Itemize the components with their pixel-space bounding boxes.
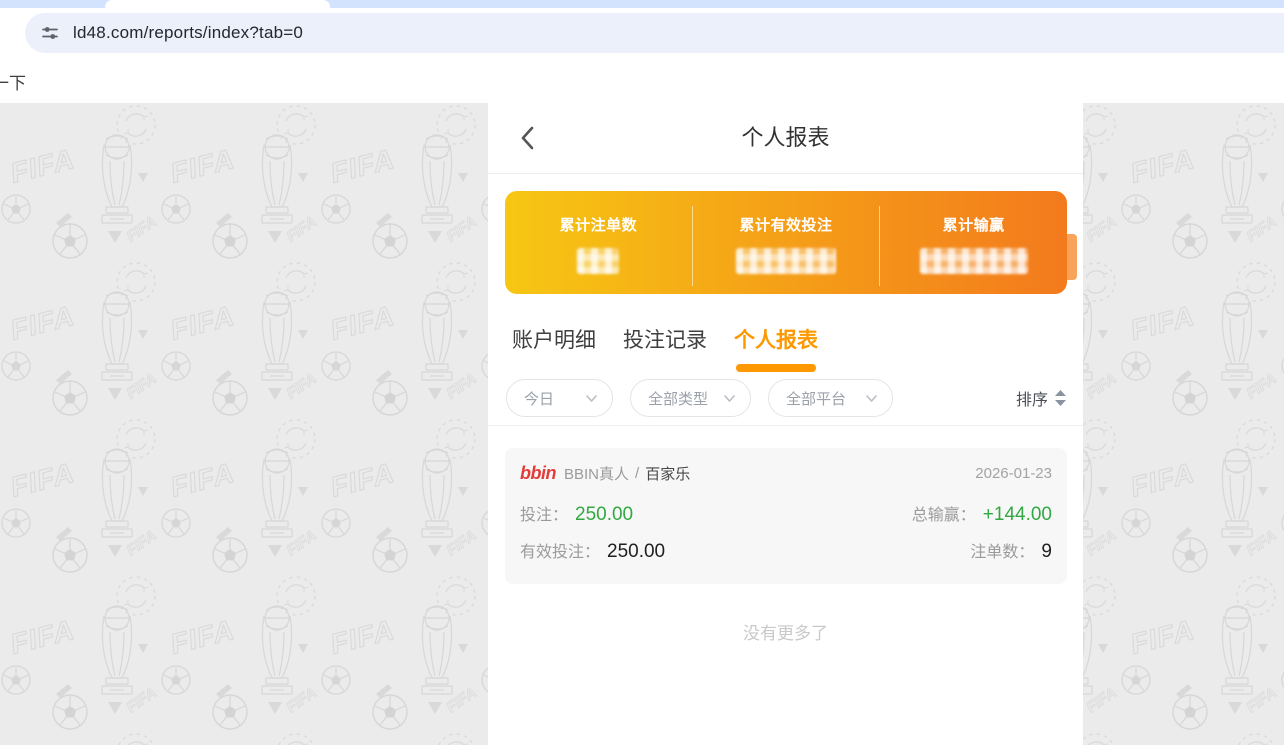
sort-label: 排序	[1016, 386, 1048, 410]
stat-label: 累计有效投注	[740, 214, 833, 235]
record-game: BBIN真人	[564, 463, 629, 484]
address-bar[interactable]: ld48.com/reports/index?tab=0	[25, 13, 1284, 53]
url-text[interactable]: ld48.com/reports/index?tab=0	[73, 23, 303, 43]
stat-label: 累计注单数	[560, 214, 638, 235]
report-tabs: 账户明细 投注记录 个人报表	[488, 294, 1083, 370]
record-date: 2026-01-23	[975, 465, 1052, 482]
back-chevron-icon	[520, 126, 534, 150]
report-panel: 个人报表 累计注单数 累计有效投注 累计输赢	[488, 103, 1083, 745]
tab-label: 个人报表	[734, 329, 818, 352]
tab-account-detail[interactable]: 账户明细	[512, 324, 596, 370]
stat-label: 累计输赢	[943, 214, 1005, 235]
stats-carousel: 累计注单数 累计有效投注 累计输赢	[505, 191, 1067, 294]
record-category: 百家乐	[645, 463, 690, 484]
stat-total-winloss: 累计输赢	[880, 191, 1067, 294]
redacted-value	[920, 248, 1028, 274]
panel-header: 个人报表	[488, 103, 1083, 174]
back-button[interactable]	[514, 125, 540, 151]
tab-personal-report[interactable]: 个人报表	[734, 324, 818, 370]
browser-tabstrip	[0, 0, 1284, 8]
bet-label: 投注：	[520, 501, 568, 525]
winloss-label: 总输赢：	[912, 501, 976, 525]
winloss-value: +144.00	[983, 504, 1052, 526]
tab-bet-records[interactable]: 投注记录	[623, 324, 707, 370]
redacted-value	[736, 248, 836, 274]
page-title: 个人报表	[488, 103, 1083, 173]
valid-bet-value: 250.00	[607, 541, 665, 563]
stat-total-valid-bets: 累计有效投注	[693, 191, 880, 294]
record-separator: /	[635, 465, 639, 482]
type-filter-dropdown[interactable]: 全部类型	[630, 379, 751, 417]
dropdown-value: 全部类型	[648, 388, 708, 409]
valid-bet-label: 有效投注：	[520, 538, 600, 562]
chevron-down-icon	[724, 395, 735, 402]
active-tab-notch[interactable]	[105, 0, 330, 8]
date-filter-dropdown[interactable]: 今日	[506, 379, 613, 417]
sort-arrows-icon	[1055, 390, 1066, 406]
record-bet-row: 投注： 250.00 总输赢： +144.00	[520, 501, 1052, 526]
redacted-value	[577, 248, 619, 274]
page-background: FIFA FIFA	[0, 103, 1284, 745]
bet-value: 250.00	[575, 504, 633, 526]
dropdown-value: 全部平台	[786, 388, 846, 409]
bet-count-label: 注单数：	[970, 538, 1034, 562]
list-end-text: 没有更多了	[488, 619, 1083, 644]
active-tab-underline	[736, 364, 816, 372]
browser-toolbar: ld48.com/reports/index?tab=0	[0, 8, 1284, 56]
record-valid-row: 有效投注： 250.00 注单数： 9	[520, 538, 1052, 563]
chevron-down-icon	[586, 395, 597, 402]
report-list-item[interactable]: bbin BBIN真人 / 百家乐 2026-01-23 投注： 250.00 …	[505, 448, 1067, 584]
stat-total-bets: 累计注单数	[505, 191, 692, 294]
dropdown-value: 今日	[524, 388, 554, 409]
record-header-row: bbin BBIN真人 / 百家乐 2026-01-23	[520, 463, 1052, 484]
platform-filter-dropdown[interactable]: 全部平台	[768, 379, 893, 417]
filter-bar: 今日 全部类型 全部平台 排序	[488, 379, 1083, 426]
chevron-down-icon	[866, 395, 877, 402]
clipped-page-text: 一下	[0, 69, 26, 94]
site-settings-icon[interactable]	[39, 22, 61, 44]
bbin-logo: bbin	[520, 463, 556, 484]
stats-summary-card: 累计注单数 累计有效投注 累计输赢	[505, 191, 1067, 294]
bet-count-value: 9	[1041, 541, 1052, 563]
page-top-strip: 一下	[0, 56, 1284, 103]
sort-control[interactable]: 排序	[1016, 386, 1066, 410]
